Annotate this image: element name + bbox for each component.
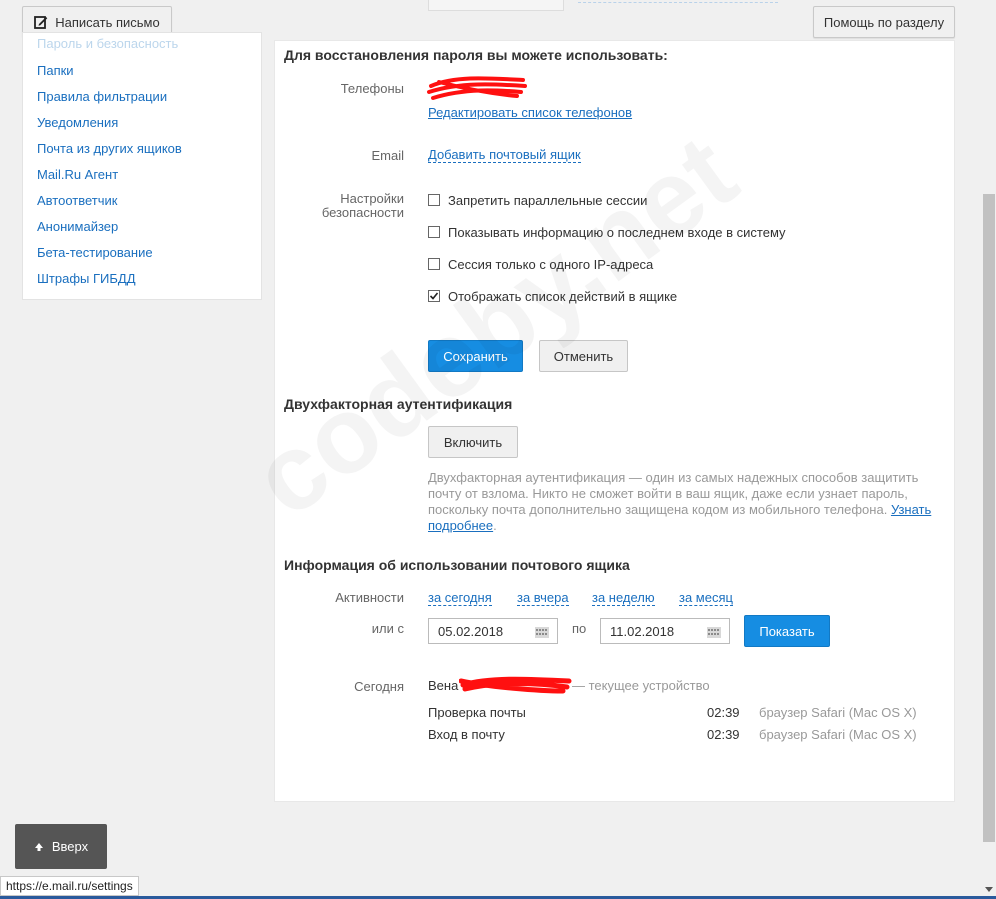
help-label: Помощь по разделу (823, 14, 945, 30)
checkmark-icon (429, 292, 439, 300)
sidebar-item-folders[interactable]: Папки (37, 63, 74, 78)
sidebar-item-beta[interactable]: Бета-тестирование (37, 245, 153, 260)
actions-list-checkbox[interactable] (428, 290, 440, 302)
twofactor-description: Двухфакторная аутентификация — один из с… (428, 470, 932, 533)
actions-list-label: Отображать список действий в ящике (448, 289, 678, 304)
sidebar-item-clipped[interactable]: Пароль и безопасность (37, 36, 178, 51)
sidebar-item-agent[interactable]: Mail.Ru Агент (37, 167, 118, 182)
arrow-up-icon (34, 842, 43, 851)
scroll-to-top-label: Вверх (51, 839, 89, 854)
period-month-link[interactable]: за месяц (679, 590, 733, 606)
current-device-note: — текущее устройство (572, 678, 710, 693)
save-button[interactable]: Сохранить (428, 340, 523, 372)
or-from-label: или с (371, 621, 404, 636)
sidebar-item-anonymizer[interactable]: Анонимайзер (37, 219, 118, 234)
phones-label: Телефоны (340, 81, 404, 96)
period-today-link[interactable]: за сегодня (428, 590, 492, 606)
show-button[interactable]: Показать (744, 615, 830, 647)
sidebar-item-autoresponder[interactable]: Автоответчик (37, 193, 117, 208)
session-row-action: Вход в почту (428, 727, 505, 742)
scrollbar-thumb[interactable] (983, 194, 995, 842)
email-label: Email (371, 148, 404, 163)
date-to-value: 11.02.2018 (610, 623, 675, 639)
date-from-input[interactable]: 05.02.2018 (428, 618, 558, 644)
settings-sidebar: Пароль и безопасность Папки Правила филь… (22, 32, 262, 300)
help-button[interactable]: Помощь по разделу (813, 6, 955, 38)
status-bar-url: https://e.mail.ru/settings (0, 876, 139, 896)
activity-label: Активности (335, 590, 404, 605)
parallel-sessions-label: Запретить параллельные сессии (448, 193, 648, 208)
session-row-time: 02:39 (707, 727, 740, 742)
twofactor-description-text: Двухфакторная аутентификация — один из с… (428, 470, 919, 517)
session-row-action: Проверка почты (428, 705, 526, 720)
last-login-info-label: Показывать информацию о последнем входе … (448, 225, 786, 240)
session-location: Вена (428, 678, 459, 693)
sidebar-item-fines[interactable]: Штрафы ГИБДД (37, 271, 136, 286)
cancel-button[interactable]: Отменить (539, 340, 628, 372)
recovery-title: Для восстановления пароля вы можете испо… (284, 47, 668, 63)
today-label: Сегодня (354, 679, 404, 694)
sidebar-item-notifications[interactable]: Уведомления (37, 115, 118, 130)
upper-button-fragment (428, 0, 564, 11)
security-label-line1: Настройки (340, 191, 404, 206)
calendar-icon[interactable] (707, 627, 721, 638)
calendar-icon[interactable] (535, 627, 549, 638)
edit-phones-link[interactable]: Редактировать список телефонов (428, 105, 632, 120)
add-mailbox-link[interactable]: Добавить почтовый ящик (428, 147, 581, 163)
single-ip-label: Сессия только с одного IP-адреса (448, 257, 654, 272)
scroll-to-top-button[interactable]: Вверх (15, 824, 107, 869)
upper-link-fragment (578, 0, 778, 3)
to-label: по (572, 621, 587, 636)
parallel-sessions-checkbox[interactable] (428, 194, 440, 206)
date-from-value: 05.02.2018 (438, 623, 504, 639)
enable-2fa-button[interactable]: Включить (428, 426, 518, 458)
sidebar-item-other-mailboxes[interactable]: Почта из других ящиков (37, 141, 182, 156)
session-row-time: 02:39 (707, 705, 740, 720)
vertical-scrollbar[interactable] (982, 0, 996, 896)
security-label-line2: безопасности (321, 205, 404, 220)
session-row-client: браузер Safari (Mac OS X) (759, 727, 917, 742)
single-ip-checkbox[interactable] (428, 258, 440, 270)
period-week-link[interactable]: за неделю (592, 590, 655, 606)
scroll-down-arrow-icon[interactable] (985, 887, 993, 892)
sidebar-item-filters[interactable]: Правила фильтрации (37, 89, 167, 104)
session-row-client: браузер Safari (Mac OS X) (759, 705, 917, 720)
compose-label: Написать письмо (55, 14, 160, 30)
period-yesterday-link[interactable]: за вчера (517, 590, 569, 606)
compose-icon (34, 16, 48, 29)
date-to-input[interactable]: 11.02.2018 (600, 618, 730, 644)
twofactor-title: Двухфакторная аутентификация (284, 396, 513, 412)
last-login-info-checkbox[interactable] (428, 226, 440, 238)
usage-title: Информация об использовании почтового ящ… (284, 557, 630, 573)
